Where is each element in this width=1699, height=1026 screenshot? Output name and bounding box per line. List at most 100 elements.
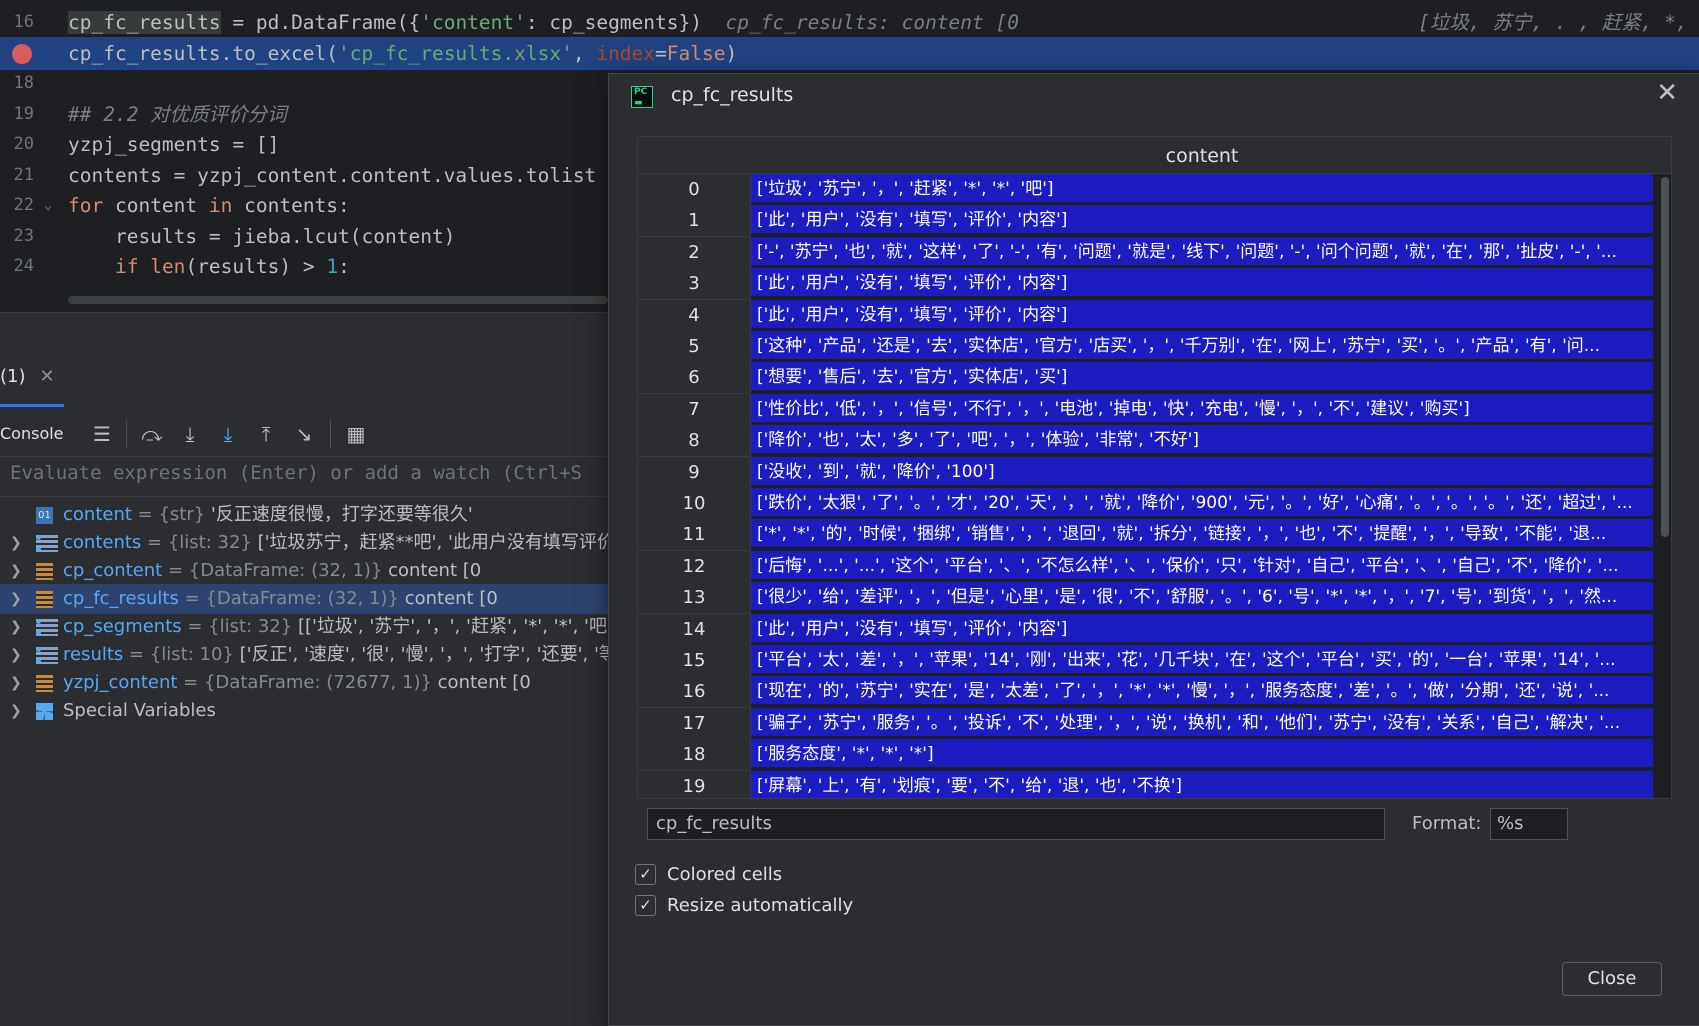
row-index[interactable]: 17: [638, 707, 751, 740]
table-row[interactable]: 11 ['*', '*', '的', '时候', '捆绑', '销售', '，',…: [638, 519, 1653, 552]
format-field[interactable]: %s: [1490, 808, 1568, 840]
table-cell[interactable]: ['想要', '售后', '去', '官方', '实体店', '买']: [751, 362, 1653, 393]
evaluate-expression-icon[interactable]: ▦: [344, 422, 368, 446]
step-into-my-code-icon[interactable]: ⤓: [216, 422, 240, 446]
debug-session-tab[interactable]: (1) ✕: [0, 366, 55, 387]
table-row[interactable]: 2 ['-', '苏宁', '也', '就', '这样', '了', '-', '…: [638, 236, 1653, 269]
run-to-cursor-icon[interactable]: ↘: [292, 422, 316, 446]
table-row[interactable]: 8 ['降价', '也', '太', '多', '了', '吧', '，', '体…: [638, 425, 1653, 458]
dataframe-table[interactable]: content 0 ['垃圾', '苏宁', '，', '赶紧', '*', '*…: [637, 136, 1672, 799]
row-index[interactable]: 7: [638, 393, 751, 426]
table-row[interactable]: 6 ['想要', '售后', '去', '官方', '实体店', '买']: [638, 362, 1653, 395]
chevron-right-icon[interactable]: ❯: [10, 584, 22, 614]
table-row[interactable]: 4 ['此', '用户', '没有', '填写', '评价', '内容']: [638, 299, 1653, 332]
variable-name-field[interactable]: cp_fc_results: [647, 808, 1385, 840]
row-index[interactable]: 16: [638, 676, 751, 709]
fold-icon[interactable]: ⌄: [44, 189, 52, 222]
colored-cells-checkbox[interactable]: ✓: [635, 864, 656, 885]
row-index[interactable]: 9: [638, 456, 751, 489]
variable-row[interactable]: ❯ contents = {list: 32} ['垃圾苏宁，赶紧**吧', '此…: [0, 528, 620, 558]
table-row[interactable]: 14 ['此', '用户', '没有', '填写', '评价', '内容']: [638, 613, 1653, 646]
evaluate-expression-input[interactable]: Evaluate expression (Enter) or add a wat…: [10, 462, 582, 484]
table-row[interactable]: 3 ['此', '用户', '没有', '填写', '评价', '内容']: [638, 268, 1653, 301]
table-cell[interactable]: ['后悔', '...', '...', '这个', '平台', '、', '不…: [751, 550, 1653, 581]
chevron-right-icon[interactable]: ❯: [10, 556, 22, 586]
code-line[interactable]: 16 cp_fc_results = pd.DataFrame({'content…: [0, 6, 1699, 39]
table-row[interactable]: 19 ['屏幕', '上', '有', '划痕', '要', '不', '给', …: [638, 770, 1653, 798]
table-cell[interactable]: ['此', '用户', '没有', '填写', '评价', '内容']: [751, 205, 1653, 236]
table-cell[interactable]: ['屏幕', '上', '有', '划痕', '要', '不', '给', '退…: [751, 770, 1653, 798]
chevron-right-icon[interactable]: ❯: [10, 668, 22, 698]
variable-row[interactable]: ❯ yzpj_content = {DataFrame: (72677, 1)} …: [0, 668, 620, 698]
variable-row[interactable]: ❯ cp_fc_results = {DataFrame: (32, 1)} co…: [0, 584, 620, 614]
table-cell[interactable]: ['此', '用户', '没有', '填写', '评价', '内容']: [751, 613, 1653, 644]
breakpoint-icon[interactable]: [12, 43, 32, 64]
resize-automatically-checkbox[interactable]: ✓: [635, 895, 656, 916]
table-cell[interactable]: ['性价比', '低', '，', '信号', '不行', '，', '电池',…: [751, 393, 1653, 424]
variable-row[interactable]: ❯ results = {list: 10} ['反正', '速度', '很', …: [0, 640, 620, 670]
column-header-content[interactable]: content: [751, 145, 1653, 167]
step-over-icon[interactable]: ⤼: [140, 422, 164, 446]
table-row[interactable]: 16 ['现在', '的', '苏宁', '实在', '是', '太差', '了'…: [638, 676, 1653, 709]
table-cell[interactable]: ['跌价', '太狠', '了', '。', '才', '20', '天', '…: [751, 488, 1653, 518]
table-cell[interactable]: ['平台', '太', '差', '，', '苹果', '14', '刚', '…: [751, 645, 1653, 675]
table-cell[interactable]: ['降价', '也', '太', '多', '了', '吧', '，', '体验…: [751, 425, 1653, 456]
table-cell[interactable]: ['现在', '的', '苏宁', '实在', '是', '太差', '了', …: [751, 676, 1653, 707]
chevron-right-icon[interactable]: ❯: [10, 696, 22, 726]
row-index[interactable]: 4: [638, 299, 751, 332]
horizontal-scrollbar[interactable]: [68, 296, 608, 304]
row-index[interactable]: 6: [638, 362, 751, 395]
close-icon[interactable]: ✕: [1656, 78, 1678, 108]
row-index[interactable]: 10: [638, 488, 751, 520]
variable-row[interactable]: ❯ cp_content = {DataFrame: (32, 1)} conte…: [0, 556, 620, 586]
row-index[interactable]: 0: [638, 174, 751, 206]
row-index[interactable]: 8: [638, 425, 751, 458]
vertical-scrollbar[interactable]: [1661, 177, 1669, 537]
table-row[interactable]: 15 ['平台', '太', '差', '，', '苹果', '14', '刚',…: [638, 645, 1653, 677]
variable-row[interactable]: 01 content = {str} '反正速度很慢，打字还要等很久': [0, 500, 620, 530]
row-index[interactable]: 3: [638, 268, 751, 301]
step-into-icon[interactable]: ⤓: [178, 422, 202, 446]
row-index[interactable]: 14: [638, 613, 751, 646]
row-index[interactable]: 5: [638, 331, 751, 363]
row-index[interactable]: 19: [638, 770, 751, 798]
table-cell[interactable]: ['此', '用户', '没有', '填写', '评价', '内容']: [751, 268, 1653, 299]
code-line[interactable]: cp_fc_results.to_excel('cp_fc_results.xl…: [0, 36, 1699, 70]
table-cell[interactable]: ['垃圾', '苏宁', '，', '赶紧', '*', '*', '吧']: [751, 174, 1653, 204]
row-index[interactable]: 18: [638, 739, 751, 772]
console-tab[interactable]: Console: [0, 424, 64, 443]
table-row[interactable]: 5 ['这种', '产品', '还是', '去', '实体店', '官方', '店…: [638, 331, 1653, 363]
table-cell[interactable]: ['这种', '产品', '还是', '去', '实体店', '官方', '店买…: [751, 331, 1653, 361]
menu-icon[interactable]: ☰: [90, 422, 114, 446]
row-index[interactable]: 15: [638, 645, 751, 677]
table-cell[interactable]: ['-', '苏宁', '也', '就', '这样', '了', '-', '有…: [751, 236, 1653, 267]
row-index[interactable]: 13: [638, 582, 751, 615]
table-row[interactable]: 7 ['性价比', '低', '，', '信号', '不行', '，', '电池'…: [638, 393, 1653, 426]
table-row[interactable]: 10 ['跌价', '太狠', '了', '。', '才', '20', '天',…: [638, 488, 1653, 520]
table-row[interactable]: 12 ['后悔', '...', '...', '这个', '平台', '、', …: [638, 550, 1653, 583]
step-out-icon[interactable]: ⤒: [254, 422, 278, 446]
table-cell[interactable]: ['没收', '到', '就', '降价', '100']: [751, 456, 1653, 487]
table-row[interactable]: 1 ['此', '用户', '没有', '填写', '评价', '内容']: [638, 205, 1653, 238]
table-cell[interactable]: ['很少', '给', '差评', '，', '但是', '心里', '是', …: [751, 582, 1653, 613]
row-index[interactable]: 1: [638, 205, 751, 238]
table-row[interactable]: 13 ['很少', '给', '差评', '，', '但是', '心里', '是'…: [638, 582, 1653, 615]
table-cell[interactable]: ['服务态度', '*', '*', '*']: [751, 739, 1653, 770]
table-cell[interactable]: ['*', '*', '的', '时候', '捆绑', '销售', '，', '…: [751, 519, 1653, 550]
table-row[interactable]: 18 ['服务态度', '*', '*', '*']: [638, 739, 1653, 772]
row-index[interactable]: 12: [638, 550, 751, 583]
row-index[interactable]: 11: [638, 519, 751, 552]
variable-row[interactable]: ❯ Special Variables: [0, 696, 620, 726]
table-cell[interactable]: ['骗子', '苏宁', '服务', '。', '投诉', '不', '处理',…: [751, 707, 1653, 738]
variable-row[interactable]: ❯ cp_segments = {list: 32} [['垃圾', '苏宁', …: [0, 612, 620, 642]
table-cell[interactable]: ['此', '用户', '没有', '填写', '评价', '内容']: [751, 299, 1653, 330]
chevron-right-icon[interactable]: ❯: [10, 528, 22, 558]
table-row[interactable]: 0 ['垃圾', '苏宁', '，', '赶紧', '*', '*', '吧']: [638, 174, 1653, 206]
table-row[interactable]: 9 ['没收', '到', '就', '降价', '100']: [638, 456, 1653, 489]
chevron-right-icon[interactable]: ❯: [10, 612, 22, 642]
row-index[interactable]: 2: [638, 236, 751, 269]
close-icon[interactable]: ✕: [40, 366, 55, 387]
table-row[interactable]: 17 ['骗子', '苏宁', '服务', '。', '投诉', '不', '处理…: [638, 707, 1653, 740]
close-button[interactable]: Close: [1562, 962, 1662, 996]
chevron-right-icon[interactable]: ❯: [10, 640, 22, 670]
